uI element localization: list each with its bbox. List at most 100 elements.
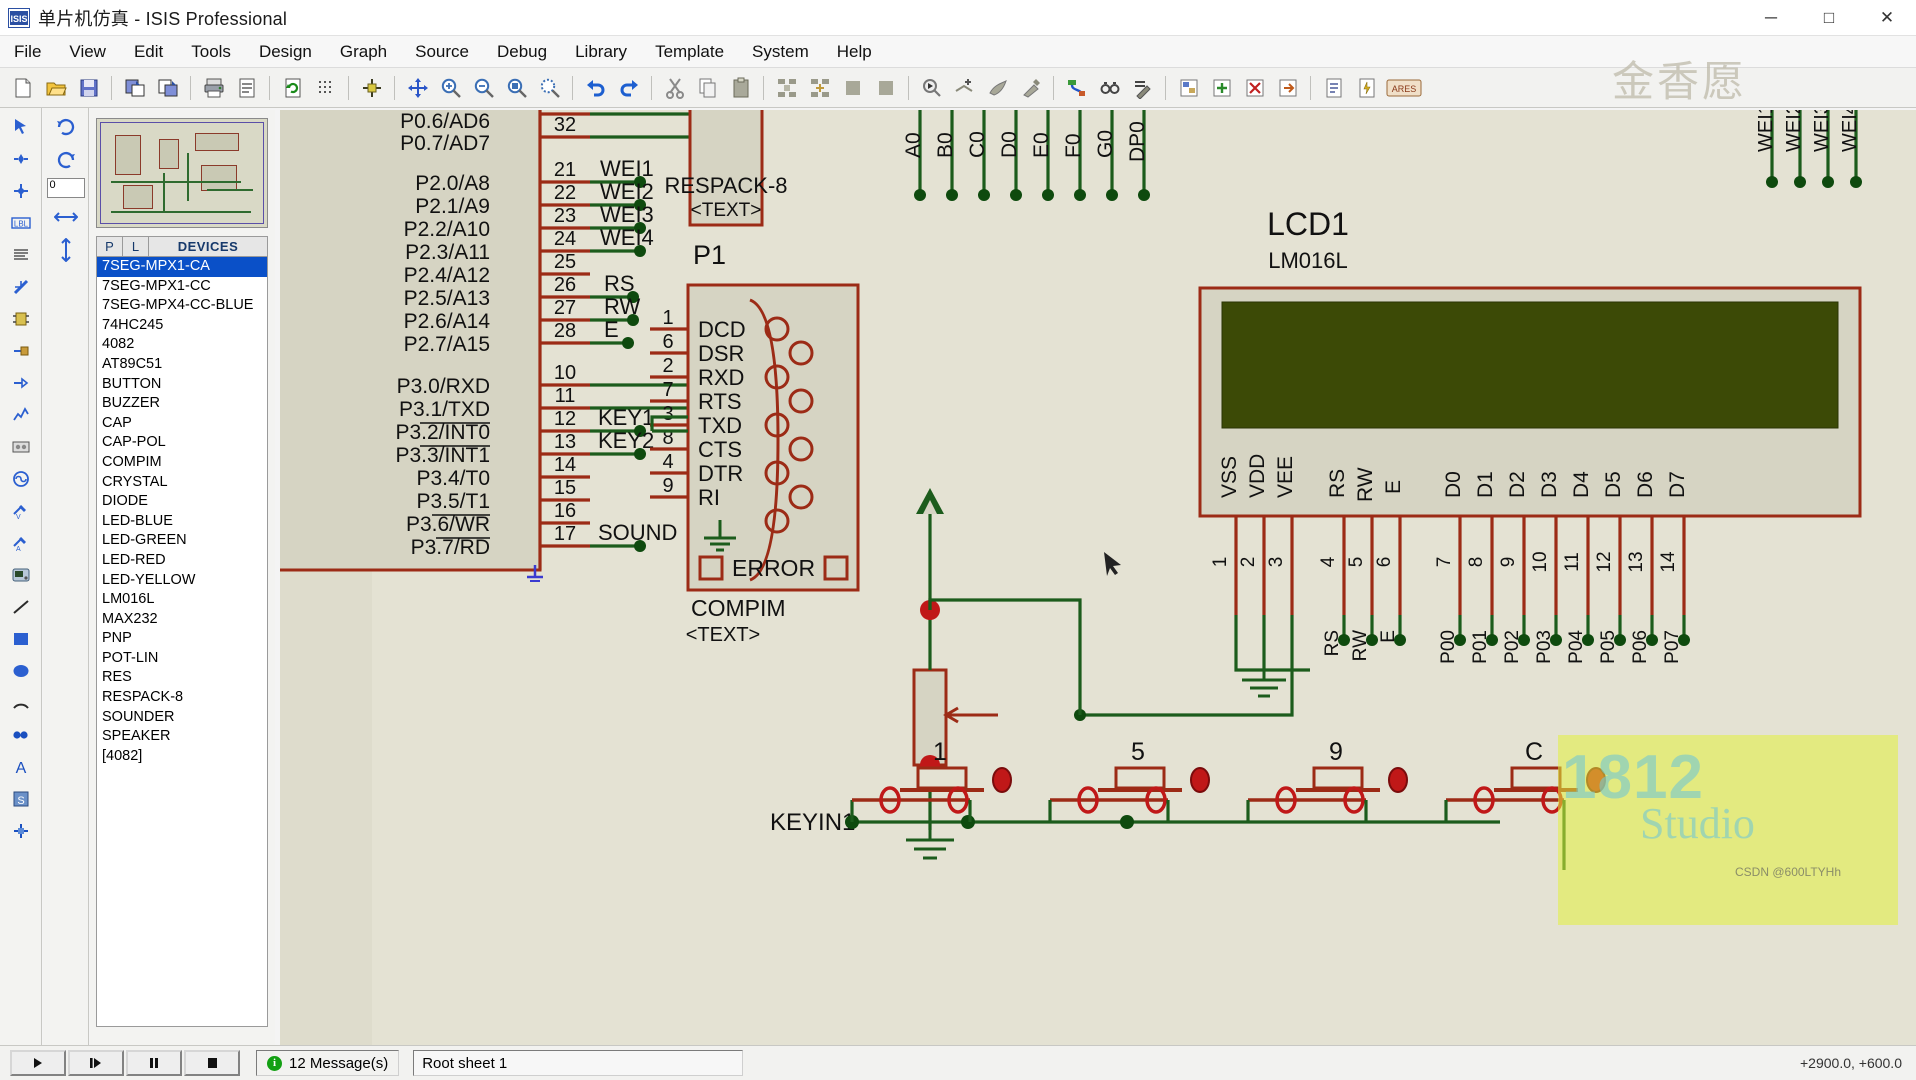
wire-autorouter-icon[interactable] (1061, 73, 1092, 103)
menu-graph[interactable]: Graph (326, 38, 401, 66)
circle-tool-icon[interactable] (4, 656, 38, 686)
cut-icon[interactable] (659, 73, 690, 103)
tape-recorder-icon[interactable] (4, 432, 38, 462)
menu-library[interactable]: Library (561, 38, 641, 66)
new-sheet-icon[interactable] (1206, 73, 1237, 103)
copy-icon[interactable] (692, 73, 723, 103)
junction-dot-icon[interactable] (4, 176, 38, 206)
close-button[interactable]: ✕ (1858, 0, 1916, 36)
menu-edit[interactable]: Edit (120, 38, 177, 66)
maximize-button[interactable]: □ (1800, 0, 1858, 36)
generator-icon[interactable] (4, 464, 38, 494)
subcircuit-icon[interactable] (4, 304, 38, 334)
origin-icon[interactable] (356, 73, 387, 103)
mirror-vertical-icon[interactable] (48, 235, 84, 265)
menu-debug[interactable]: Debug (483, 38, 561, 66)
device-pin-icon[interactable] (4, 368, 38, 398)
device-list[interactable]: 7SEG-MPX1-CA 7SEG-MPX1-CC 7SEG-MPX4-CC-BLU… (96, 257, 268, 1027)
device-list-item[interactable]: CAP-POL (97, 433, 267, 453)
menu-system[interactable]: System (738, 38, 823, 66)
device-list-item[interactable]: [4082] (97, 747, 267, 767)
device-list-item[interactable]: 4082 (97, 335, 267, 355)
device-list-item[interactable]: LED-BLUE (97, 512, 267, 532)
device-list-item[interactable]: CAP (97, 414, 267, 434)
print-icon[interactable] (198, 73, 229, 103)
device-list-item[interactable]: RESPACK-8 (97, 688, 267, 708)
zoom-in-icon[interactable] (435, 73, 466, 103)
symbol-tool-icon[interactable]: S (4, 784, 38, 814)
text-tool-icon[interactable]: A (4, 752, 38, 782)
line-tool-icon[interactable] (4, 592, 38, 622)
device-list-item[interactable]: LM016L (97, 590, 267, 610)
print-area-icon[interactable] (231, 73, 262, 103)
component-mode-icon[interactable] (4, 144, 38, 174)
bus-mode-icon[interactable] (4, 272, 38, 302)
column-header-l[interactable]: L (122, 236, 148, 257)
new-file-icon[interactable] (7, 73, 38, 103)
message-status[interactable]: i 12 Message(s) (256, 1050, 400, 1076)
device-list-item[interactable]: CRYSTAL (97, 473, 267, 493)
paste-icon[interactable] (725, 73, 756, 103)
column-header-p[interactable]: P (96, 236, 122, 257)
block-rotate-icon[interactable] (837, 73, 868, 103)
import-section-icon[interactable] (119, 73, 150, 103)
menu-template[interactable]: Template (641, 38, 738, 66)
pan-icon[interactable] (402, 73, 433, 103)
device-list-item[interactable]: SPEAKER (97, 727, 267, 747)
arc-tool-icon[interactable] (4, 688, 38, 718)
rotate-clockwise-icon[interactable] (48, 112, 84, 142)
block-copy-icon[interactable] (771, 73, 802, 103)
search-tag-icon[interactable] (1094, 73, 1125, 103)
remove-sheet-icon[interactable] (1239, 73, 1270, 103)
device-list-item[interactable]: BUZZER (97, 394, 267, 414)
menu-help[interactable]: Help (823, 38, 886, 66)
device-list-item[interactable]: 7SEG-MPX4-CC-BLUE (97, 296, 267, 316)
menu-tools[interactable]: Tools (177, 38, 245, 66)
text-script-icon[interactable] (4, 240, 38, 270)
device-list-item[interactable]: COMPIM (97, 453, 267, 473)
device-list-item[interactable]: AT89C51 (97, 355, 267, 375)
undo-icon[interactable] (580, 73, 611, 103)
save-file-icon[interactable] (73, 73, 104, 103)
zoom-out-icon[interactable] (468, 73, 499, 103)
schematic-overview-preview[interactable] (96, 118, 268, 228)
schematic-canvas[interactable]: .wire { stroke:#1c5c1c; stroke-width:3.2… (280, 110, 1916, 1045)
marker-tool-icon[interactable] (4, 816, 38, 846)
decompose-icon[interactable] (1015, 73, 1046, 103)
column-header-devices[interactable]: DEVICES (148, 236, 268, 257)
device-list-item[interactable]: SOUNDER (97, 708, 267, 728)
voltage-probe-icon[interactable]: V (4, 496, 38, 526)
device-list-item[interactable]: LED-RED (97, 551, 267, 571)
packaging-tool-icon[interactable] (982, 73, 1013, 103)
netlist-ares-icon[interactable]: ARES (1384, 73, 1424, 103)
graph-mode-icon[interactable] (4, 400, 38, 430)
device-list-item[interactable]: MAX232 (97, 610, 267, 630)
device-list-item[interactable]: 7SEG-MPX1-CC (97, 277, 267, 297)
menu-file[interactable]: File (0, 38, 55, 66)
current-probe-icon[interactable]: A (4, 528, 38, 558)
wire-label-icon[interactable]: LBL (4, 208, 38, 238)
open-file-icon[interactable] (40, 73, 71, 103)
rotate-counterclockwise-icon[interactable] (48, 145, 84, 175)
redo-icon[interactable] (613, 73, 644, 103)
path-tool-icon[interactable] (4, 720, 38, 750)
zoom-area-icon[interactable] (501, 73, 532, 103)
stop-button[interactable] (184, 1050, 240, 1076)
refresh-icon[interactable] (277, 73, 308, 103)
electrical-rules-icon[interactable] (1351, 73, 1382, 103)
device-list-item[interactable]: PNP (97, 629, 267, 649)
device-list-item[interactable]: DIODE (97, 492, 267, 512)
rotation-angle-field[interactable]: 0 (46, 178, 85, 198)
export-section-icon[interactable] (152, 73, 183, 103)
menu-view[interactable]: View (55, 38, 120, 66)
device-list-item[interactable]: RES (97, 668, 267, 688)
device-list-item[interactable]: LED-YELLOW (97, 571, 267, 591)
device-list-item[interactable]: BUTTON (97, 375, 267, 395)
exit-sheet-icon[interactable] (1272, 73, 1303, 103)
grid-toggle-icon[interactable] (310, 73, 341, 103)
minimize-button[interactable]: ─ (1742, 0, 1800, 36)
design-explorer-icon[interactable] (1173, 73, 1204, 103)
virtual-instrument-icon[interactable] (4, 560, 38, 590)
mirror-horizontal-icon[interactable] (48, 202, 84, 232)
property-assignment-icon[interactable] (1127, 73, 1158, 103)
